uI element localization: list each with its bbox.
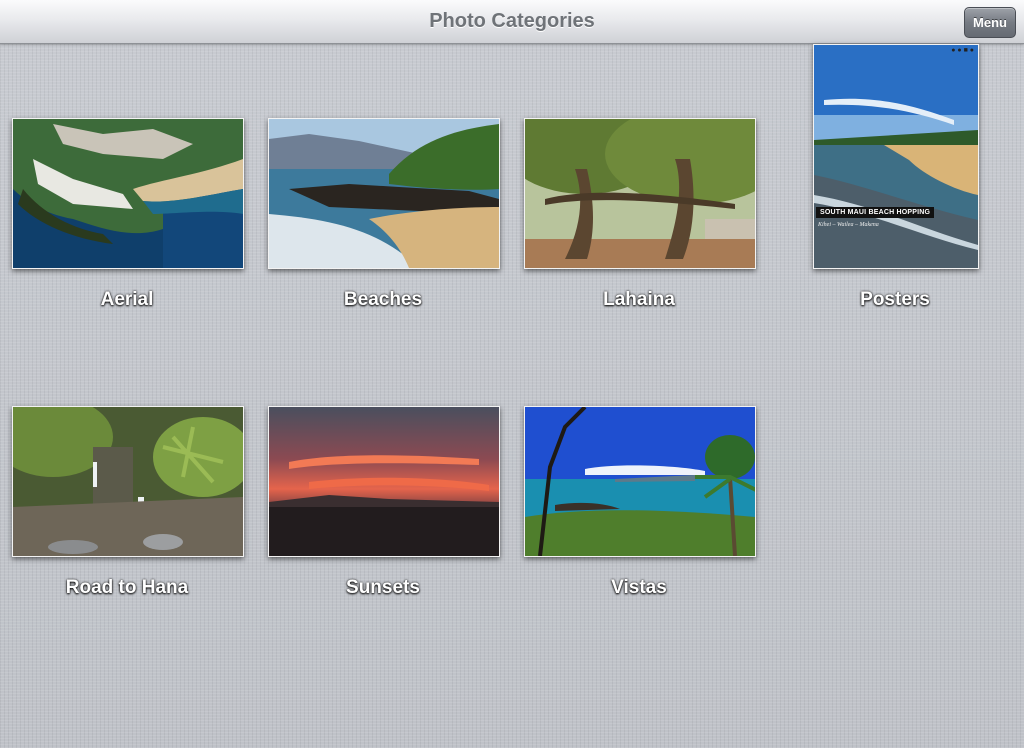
poster-caption: SOUTH MAUI BEACH HOPPING xyxy=(816,207,935,218)
beaches-thumbnail[interactable] xyxy=(268,118,500,269)
posters-thumbnail[interactable]: ● ● ■ ● SOUTH MAUI BEACH HOPPING Kihei –… xyxy=(813,44,979,269)
category-label: Vistas xyxy=(611,577,667,598)
category-label: Posters xyxy=(860,289,930,310)
page-title: Photo Categories xyxy=(429,10,595,32)
aerial-thumbnail[interactable] xyxy=(12,118,244,269)
road-to-hana-thumbnail[interactable] xyxy=(12,406,244,557)
sunsets-thumbnail[interactable] xyxy=(268,406,500,557)
category-label: Road to Hana xyxy=(65,577,189,598)
lahaina-thumbnail[interactable] xyxy=(524,118,756,269)
vistas-thumbnail[interactable] xyxy=(524,406,756,557)
category-label: Aerial xyxy=(100,289,154,310)
menu-button[interactable]: Menu xyxy=(964,7,1016,38)
navigation-bar: Photo Categories Menu xyxy=(0,0,1024,44)
poster-social-icons: ● ● ■ ● xyxy=(951,47,974,54)
poster-subtitle: Kihei – Wailea – Makena xyxy=(818,222,879,228)
category-label: Beaches xyxy=(343,289,423,310)
category-label: Sunsets xyxy=(346,577,420,598)
category-label: Lahaina xyxy=(603,289,675,310)
